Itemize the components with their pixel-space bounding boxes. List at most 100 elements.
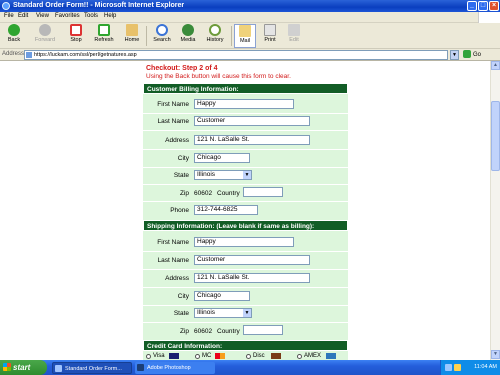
scroll-up-button[interactable]: ▲ (491, 61, 500, 70)
refresh-button[interactable]: Refresh (92, 24, 116, 48)
shipping-address-label: Address (165, 275, 189, 282)
ie-icon (55, 365, 62, 372)
network-icon[interactable] (445, 364, 452, 371)
billing-zip-label: Zip (179, 190, 189, 197)
back-arrow-icon (8, 24, 20, 36)
shipping-zip-label: Zip (179, 328, 189, 335)
search-button[interactable]: Search (150, 24, 174, 48)
menu-view[interactable]: View (36, 13, 49, 19)
refresh-icon (98, 24, 110, 36)
page-icon (26, 52, 32, 58)
shipping-address-input[interactable]: 121 N. LaSalle St. (194, 273, 310, 283)
menu-bar: File Edit View Favorites Tools Help (0, 12, 500, 23)
billing-city-label: City (177, 155, 189, 162)
address-bar: Address https://luckam.com/ssl/perl/getn… (0, 49, 500, 61)
shipping-first-name-input[interactable]: Happy (194, 237, 294, 247)
checkout-step-heading: Checkout: Step 2 of 4 (146, 65, 218, 72)
menu-file[interactable]: File (4, 13, 14, 19)
minimize-button[interactable]: _ (467, 1, 477, 11)
shipping-country-input[interactable] (243, 325, 283, 335)
amex-radio[interactable] (297, 354, 302, 359)
shipping-last-name-input[interactable]: Customer (194, 255, 310, 265)
scroll-down-button[interactable]: ▼ (491, 350, 500, 359)
billing-country-label: Country (217, 190, 240, 197)
billing-city-input[interactable]: Chicago (194, 153, 250, 163)
order-form: Customer Billing Information: First Name… (143, 83, 348, 360)
go-arrow-icon (463, 50, 471, 59)
amex-logo-icon (326, 353, 336, 359)
back-button-warning: Using the Back button will cause this fo… (146, 73, 291, 80)
title-bar: Standard Order Form!! - Microsoft Intern… (0, 0, 500, 12)
menu-tools[interactable]: Tools (84, 13, 98, 19)
menu-help[interactable]: Help (104, 13, 116, 19)
media-icon (182, 24, 194, 36)
home-icon (126, 24, 138, 36)
shipping-state-select[interactable]: Illinois ▼ (194, 308, 252, 318)
shipping-city-input[interactable]: Chicago (194, 291, 250, 301)
mastercard-logo-icon (215, 353, 225, 359)
credit-card-header: Credit Card Information: (143, 340, 348, 351)
close-button[interactable]: × (489, 1, 499, 11)
history-button[interactable]: History (203, 24, 227, 48)
billing-address-input[interactable]: 121 N. LaSalle St. (194, 135, 310, 145)
start-button[interactable]: start (0, 360, 47, 375)
menu-edit[interactable]: Edit (18, 13, 28, 19)
discover-logo-icon (271, 353, 281, 359)
shipping-first-name-label: First Name (157, 239, 189, 246)
volume-icon[interactable] (454, 364, 461, 371)
media-button[interactable]: Media (177, 24, 199, 48)
visa-logo-icon (169, 353, 179, 359)
taskbar-item-photoshop[interactable]: Adobe Photoshop (135, 362, 215, 374)
address-label: Address (2, 51, 25, 57)
address-dropdown-button[interactable]: ▼ (450, 50, 459, 60)
billing-zip-value: 60602 (194, 190, 213, 197)
windows-flag-icon (3, 363, 11, 371)
back-button[interactable]: Back (2, 24, 26, 48)
address-input[interactable]: https://luckam.com/ssl/perl/getnatures.a… (24, 50, 448, 60)
print-icon (264, 24, 276, 36)
stop-button[interactable]: Stop (66, 24, 86, 48)
window-title: Standard Order Form!! - Microsoft Intern… (13, 2, 185, 9)
billing-last-name-input[interactable]: Customer (194, 116, 310, 126)
billing-state-select[interactable]: Illinois ▼ (194, 170, 252, 180)
home-button[interactable]: Home (121, 24, 143, 48)
taskbar-item-order-form[interactable]: Standard Order Form... (52, 362, 132, 374)
billing-header: Customer Billing Information: (143, 83, 348, 94)
shipping-last-name-label: Last Name (157, 257, 189, 264)
billing-address-label: Address (165, 137, 189, 144)
history-icon (209, 24, 221, 36)
page-content: Checkout: Step 2 of 4 Using the Back but… (0, 61, 490, 360)
menu-favorites[interactable]: Favorites (55, 13, 80, 19)
scroll-thumb[interactable] (491, 101, 500, 171)
search-icon (156, 24, 168, 36)
ie-logo-icon (2, 2, 10, 10)
billing-first-name-input[interactable]: Happy (194, 99, 294, 109)
address-url: https://luckam.com/ssl/perl/getnatures.a… (34, 52, 137, 58)
photoshop-icon (137, 364, 144, 371)
go-button[interactable]: Go (463, 49, 489, 61)
disc-radio[interactable] (246, 354, 251, 359)
chevron-down-icon: ▼ (243, 171, 251, 179)
shipping-header: Shipping Information: (Leave blank if sa… (143, 220, 348, 231)
billing-country-input[interactable] (243, 187, 283, 197)
billing-phone-input[interactable]: 312-744-6825 (194, 205, 258, 215)
shipping-zip-value: 60602 (194, 328, 213, 335)
forward-arrow-icon (39, 24, 51, 36)
maximize-button[interactable]: □ (478, 1, 488, 11)
print-button[interactable]: Print (260, 24, 280, 48)
edit-button[interactable]: Edit (285, 24, 303, 48)
billing-last-name-label: Last Name (157, 118, 189, 125)
mail-button[interactable]: Mail (234, 24, 256, 48)
visa-radio[interactable] (146, 354, 151, 359)
edit-icon (288, 24, 300, 36)
billing-first-name-label: First Name (157, 101, 189, 108)
chevron-down-icon: ▼ (243, 309, 251, 317)
vertical-scrollbar[interactable]: ▲ ▼ (490, 61, 500, 360)
mc-radio[interactable] (195, 354, 200, 359)
shipping-state-label: State (173, 310, 189, 317)
shipping-city-label: City (177, 293, 189, 300)
billing-phone-label: Phone (170, 207, 189, 214)
credit-card-options: Visa MC Disc AMEX (143, 353, 348, 360)
forward-button[interactable]: Forward (30, 24, 60, 48)
shipping-country-label: Country (217, 328, 240, 335)
